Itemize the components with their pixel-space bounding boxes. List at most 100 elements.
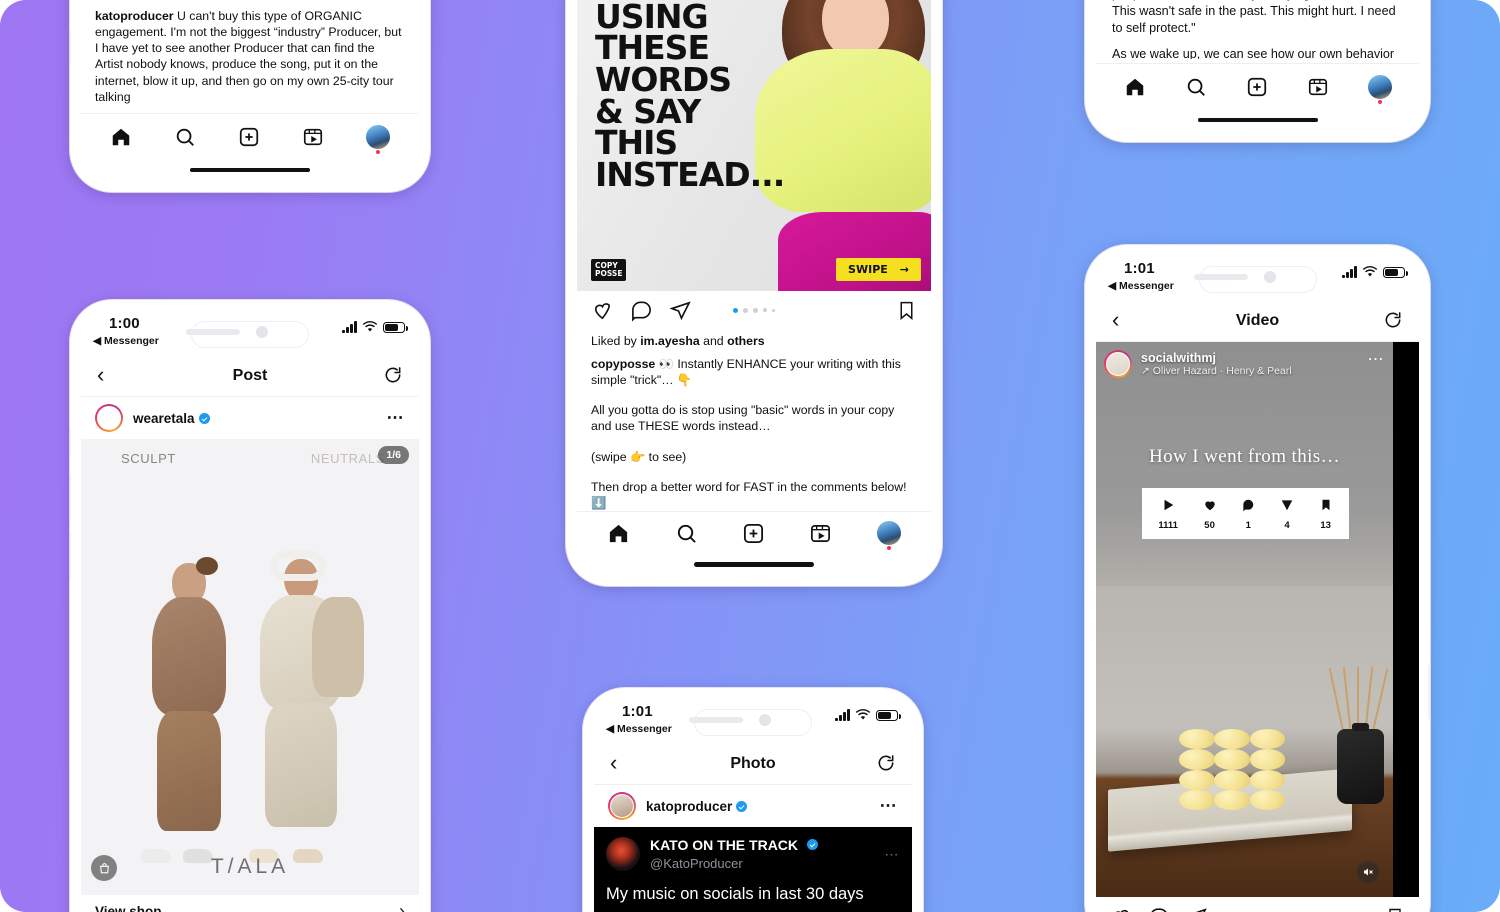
wifi-icon [855,709,871,720]
reels-icon[interactable] [1307,76,1329,98]
cellular-icon [1342,266,1357,278]
liked-by-user[interactable]: im.ayesha [640,334,699,348]
tweet-display-name: KATO ON THE TRACK [650,837,799,853]
verified-badge-icon [736,800,748,812]
stat-shares-value: 4 [1284,520,1290,531]
create-icon[interactable] [238,126,260,148]
phone-side-button-power[interactable] [1429,665,1430,719]
share-icon[interactable] [1186,906,1208,912]
profile-avatar[interactable] [1367,74,1392,99]
post-username[interactable]: wearetala [133,411,195,426]
create-icon[interactable] [1246,76,1268,98]
brand-logo: T/ALA [210,855,290,878]
tweet-avatar [606,837,640,871]
more-options-icon[interactable]: ⋯ [1368,352,1386,368]
post-username[interactable]: katoproducer [646,799,732,814]
video-player[interactable]: socialwithmj ↗ Oliver Hazard · Henry & P… [1096,342,1419,897]
image-label-right: NEUTRALS [310,451,385,466]
reels-icon[interactable] [302,126,324,148]
status-back-app[interactable]: ◀ Messenger [93,335,159,347]
liked-by-others[interactable]: others [727,334,765,348]
post-image[interactable]: SCULPT NEUTRALS 1/6 T/ALA [81,439,419,895]
refresh-icon[interactable] [876,753,896,778]
mute-icon[interactable] [1357,861,1379,883]
profile-avatar[interactable] [876,521,901,546]
status-back-app[interactable]: ◀ Messenger [606,723,672,735]
avatar[interactable] [1104,350,1132,378]
caption-block: Liked by im.ayesha and others copyposse … [577,326,931,512]
like-icon[interactable] [1110,906,1132,912]
view-shop-row[interactable]: View shop › [81,895,419,912]
nav-bar: ‹ Post [81,357,419,397]
refresh-icon[interactable] [1383,310,1403,335]
status-bar: 1:01 ◀ Messenger [594,699,912,745]
more-options-icon[interactable]: ⋯ [880,797,899,814]
search-icon[interactable] [174,126,196,148]
status-back-app[interactable]: ◀ Messenger [1108,280,1174,292]
home-icon[interactable] [607,522,630,545]
phone-side-button-silent[interactable] [70,430,71,456]
swipe-button[interactable]: SWIPE → [836,257,921,281]
status-indicators [1342,266,1408,278]
tweet-handle: @KatoProducer [650,856,743,871]
more-options-icon[interactable]: ⋯ [885,847,901,861]
nav-bar: ‹ Photo [594,745,912,785]
video-username[interactable]: socialwithmj [1141,351,1292,365]
phone-side-button-volume-up[interactable] [70,475,71,521]
search-icon[interactable] [1185,76,1207,98]
battery-icon [876,710,901,721]
liked-by-prefix: Liked by [591,333,641,348]
avatar[interactable] [95,404,123,432]
post-header: wearetala ⋯ [81,397,419,439]
share-icon[interactable] [669,299,692,322]
play-icon [1164,499,1174,511]
nav-bar: ‹ Video [1096,302,1419,342]
stat-shares: 4 [1280,498,1294,531]
avatar[interactable] [608,792,636,820]
bookmark-icon[interactable] [896,299,917,322]
battery-icon [1383,267,1408,278]
speaker-pill [1193,274,1248,280]
phone-top-right-text: people our mind and body is saying: "wai… [1085,0,1430,142]
stat-plays: 1111 [1158,498,1178,531]
home-indicator [81,159,419,181]
model-figure-right [231,551,371,863]
post-actions-row [577,290,931,326]
tweet-body: My music on socials in last 30 days [606,885,864,903]
stat-saves-value: 13 [1320,520,1331,531]
refresh-icon[interactable] [383,365,403,390]
reels-icon[interactable] [809,522,832,545]
tweet-card: KATO ON THE TRACK @KatoProducer ⋯ My mus… [594,827,912,912]
bookmark-icon[interactable] [1385,906,1405,912]
bottom-tab-bar [1096,63,1419,109]
caption-paragraph-2: As we wake up, we can see how our own be… [1112,47,1395,59]
status-bar: 1:00 ◀ Messenger [81,311,419,357]
post-actions-row [1096,897,1419,912]
caption-username[interactable]: katoproducer [95,9,174,23]
caption-block: people our mind and body is saying: "wai… [1096,0,1419,59]
post-image[interactable]: KATO ON THE TRACK @KatoProducer ⋯ My mus… [594,827,912,912]
profile-avatar[interactable] [366,124,390,149]
phone-side-button[interactable] [70,30,71,64]
chevron-right-icon: › [399,901,405,912]
audio-attribution[interactable]: ↗ Oliver Hazard · Henry & Pearl [1141,365,1292,377]
post-image[interactable]: Stop Using These Words & Say This Instea… [577,0,931,291]
phone-right-video: 1:01 ◀ Messenger ‹ Video socialwithmj ↗ … [1085,245,1430,912]
like-icon[interactable] [591,299,614,322]
search-icon[interactable] [675,522,698,545]
caption-paragraph-1: copyposse 👀 Instantly ENHANCE your writi… [591,356,917,388]
caption-paragraph: katoproducer U can't buy this type of OR… [95,8,405,105]
comment-icon[interactable] [1148,906,1170,912]
phone-center-copyposse: Stop Using These Words & Say This Instea… [566,0,942,586]
more-options-icon[interactable]: ⋯ [387,409,406,426]
copy-posse-logo: COPY POSSE [591,258,627,281]
diffuser-bottle [1336,723,1385,804]
liked-by-suffix: and [699,333,728,348]
comment-icon[interactable] [630,299,653,322]
logo-line-2: POSSE [595,268,623,278]
caption-username[interactable]: copyposse [591,357,655,371]
create-icon[interactable] [742,522,765,545]
home-icon[interactable] [1124,76,1146,98]
phone-side-button-volume-down[interactable] [70,532,71,578]
home-icon[interactable] [110,126,132,148]
